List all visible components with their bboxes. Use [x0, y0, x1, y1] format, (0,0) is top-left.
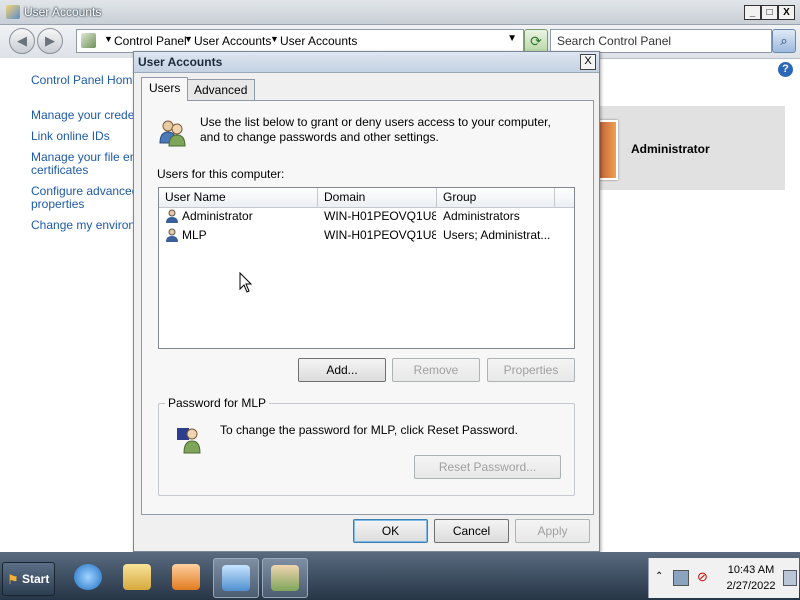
users-icon [159, 120, 186, 147]
user-name: MLP [182, 228, 207, 242]
users-list-label: Users for this computer: [157, 167, 285, 181]
column-user-name[interactable]: User Name [159, 188, 318, 207]
account-picture [598, 120, 618, 180]
start-label: Start [22, 572, 50, 586]
breadcrumb-arrow-icon[interactable]: ▼ [104, 34, 113, 44]
properties-button[interactable]: Properties [487, 358, 575, 382]
clock-date[interactable]: 2/27/2022 [723, 580, 779, 592]
windows-logo-icon: ⚑ [7, 572, 19, 587]
ok-button[interactable]: OK [353, 519, 428, 543]
nav-link-online-ids[interactable]: Link online IDs [31, 130, 133, 143]
dialog-titlebar[interactable]: User Accounts X [134, 52, 599, 73]
user-accounts-icon [271, 565, 299, 591]
intro-text: Use the list below to grant or deny user… [200, 115, 551, 144]
nav-file-encryption[interactable]: Manage your file encryption [31, 151, 133, 164]
user-icon [166, 228, 178, 242]
reset-password-button[interactable]: Reset Password... [414, 455, 561, 479]
taskbar-internet-explorer[interactable] [66, 558, 110, 596]
user-group: Administrators [443, 209, 520, 223]
user-domain: WIN-H01PEOVQ1U8 [324, 209, 436, 223]
close-button[interactable]: X [778, 5, 795, 20]
network-icon[interactable] [673, 570, 689, 586]
taskbar: ⚑ Start ⌃ ⊘ 10:43 AM 2/27/2022 [0, 552, 800, 600]
account-tile: Administrator [598, 106, 785, 190]
dialog-close-button[interactable]: X [580, 54, 596, 70]
back-button[interactable]: ◀ [9, 28, 35, 54]
folder-icon [123, 564, 151, 590]
start-button[interactable]: ⚑ Start [2, 562, 55, 596]
password-group-label: Password for MLP [165, 396, 270, 410]
password-group: Password for MLP To change the password … [158, 396, 575, 496]
list-item[interactable]: MLP WIN-H01PEOVQ1U8 Users; Administrat..… [159, 226, 574, 245]
taskbar-media-player[interactable] [164, 558, 208, 596]
explorer-titlebar[interactable]: User Accounts _ □ X [0, 0, 800, 25]
dialog-title: User Accounts [138, 55, 223, 69]
breadcrumb-user-accounts[interactable]: User Accounts [194, 34, 271, 48]
show-hidden-icons-icon[interactable]: ⌃ [655, 571, 663, 582]
forward-button[interactable]: ▶ [37, 28, 63, 54]
help-icon[interactable]: ? [778, 62, 793, 77]
users-tab-panel: Use the list below to grant or deny user… [141, 100, 594, 515]
taskbar-control-panel[interactable] [213, 558, 259, 598]
apply-button[interactable]: Apply [515, 519, 590, 543]
search-icon[interactable]: ⌕ [772, 29, 796, 53]
user-group: Users; Administrat... [443, 228, 551, 242]
column-domain[interactable]: Domain [318, 188, 437, 207]
search-placeholder: Search Control Panel [557, 34, 672, 48]
window-title: User Accounts [24, 5, 102, 19]
breadcrumb-user-accounts-current[interactable]: User Accounts [280, 34, 357, 48]
maximize-button[interactable]: □ [761, 5, 778, 20]
list-header: User Name Domain Group [159, 188, 574, 208]
chevron-down-icon[interactable]: ▼ [507, 33, 517, 44]
system-tray: ⌃ ⊘ 10:43 AM 2/27/2022 [648, 558, 799, 598]
control-panel-icon [81, 33, 96, 48]
column-group[interactable]: Group [437, 188, 555, 207]
user-accounts-dialog: User Accounts X Users Advanced Use the l… [133, 51, 600, 552]
address-bar[interactable]: ▼ Control Panel ▼ User Accounts ▼ User A… [76, 29, 524, 53]
user-icon [166, 209, 178, 223]
password-instructions: To change the password for MLP, click Re… [220, 423, 518, 437]
nav-environment-variables[interactable]: Change my environment variables [31, 219, 133, 232]
internet-explorer-icon [74, 564, 102, 590]
cancel-button[interactable]: Cancel [434, 519, 509, 543]
account-name: Administrator [631, 142, 710, 156]
minimize-button[interactable]: _ [744, 5, 761, 20]
media-player-icon [172, 564, 200, 590]
user-name: Administrator [182, 209, 253, 223]
breadcrumb-control-panel[interactable]: Control Panel [114, 34, 187, 48]
nav-control-panel-home[interactable]: Control Panel Home [31, 74, 133, 87]
user-password-icon [177, 428, 201, 454]
show-desktop-icon[interactable] [783, 570, 797, 586]
nav-advanced-profile-cont[interactable]: properties [31, 198, 133, 211]
tab-users[interactable]: Users [141, 77, 189, 101]
user-accounts-icon [6, 5, 20, 19]
tab-advanced[interactable]: Advanced [186, 79, 256, 100]
breadcrumb-arrow-icon[interactable]: ▼ [270, 34, 279, 44]
left-nav: Control Panel Home Manage your credentia… [0, 58, 133, 552]
taskbar-windows-explorer[interactable] [115, 558, 159, 596]
refresh-button[interactable]: ⟳ [524, 29, 548, 53]
mouse-cursor-icon [239, 272, 253, 293]
user-domain: WIN-H01PEOVQ1U8 [324, 228, 436, 242]
nav-file-encryption-cont[interactable]: certificates [31, 164, 133, 177]
control-panel-icon [222, 565, 250, 591]
clock-time[interactable]: 10:43 AM [725, 564, 777, 576]
add-button[interactable]: Add... [298, 358, 386, 382]
search-input[interactable]: Search Control Panel [550, 29, 772, 53]
nav-advanced-profile[interactable]: Configure advanced user profile [31, 185, 133, 198]
remove-button[interactable]: Remove [392, 358, 480, 382]
volume-muted-icon[interactable]: ⊘ [697, 569, 708, 585]
taskbar-user-accounts[interactable] [262, 558, 308, 598]
users-list[interactable]: User Name Domain Group Administrator WIN… [158, 187, 575, 349]
breadcrumb-arrow-icon[interactable]: ▼ [184, 34, 193, 44]
nav-manage-credentials[interactable]: Manage your credentials [31, 109, 133, 122]
list-item[interactable]: Administrator WIN-H01PEOVQ1U8 Administra… [159, 207, 574, 226]
